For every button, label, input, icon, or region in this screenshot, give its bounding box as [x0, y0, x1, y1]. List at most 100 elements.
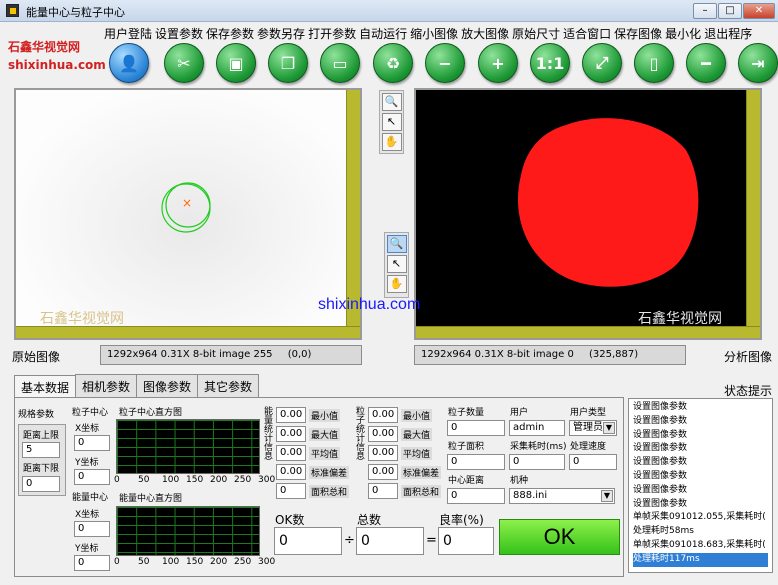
particle-overlay [161, 182, 211, 233]
hist-tick-label: 300 [258, 475, 276, 485]
menu-item-6[interactable]: 缩小图像 [410, 27, 458, 41]
chevron-down-icon: ▼ [601, 490, 613, 502]
energy-x-value: 0 [74, 521, 110, 537]
stat-value: 0.00 [368, 407, 398, 423]
right-coords: (325,887) [589, 349, 639, 360]
result-indicator: OK [499, 519, 620, 555]
zoom-in-icon[interactable]: + [478, 43, 518, 83]
minimize-icon[interactable]: ━ [686, 43, 726, 83]
original-image-label: 原始图像 [12, 350, 61, 364]
status-log[interactable]: 设置图像参数 设置图像参数 设置图像参数 设置图像参数 设置图像参数 设置图像参数 设置图像… [628, 398, 773, 573]
log-entry: 设置图像参数 [633, 402, 688, 412]
speed-value: 0 [569, 454, 617, 470]
lower-limit-input[interactable]: 0 [22, 476, 60, 492]
particle-blob [517, 118, 699, 287]
upper-limit-input[interactable]: 5 [22, 442, 60, 458]
hist-tick-label: 250 [234, 475, 252, 485]
stat-row: 0.00 最小值 [276, 407, 352, 423]
menu-item-5[interactable]: 自动运行 [359, 27, 407, 41]
lower-limit-label: 距离下限 [23, 464, 60, 474]
minimize-window-button[interactable]: – [693, 3, 717, 19]
right-vertical-scrollbar[interactable] [746, 90, 760, 326]
menu-item-8[interactable]: 原始尺寸 [512, 27, 560, 41]
settings-tools-icon[interactable]: ✂ [164, 43, 204, 83]
stat-label: 平均值 [309, 447, 341, 460]
tab-camera-params[interactable]: 相机参数 [75, 374, 138, 398]
menu-item-0[interactable]: 用户登陆 [104, 27, 152, 41]
particle-y-value: 0 [74, 469, 110, 485]
menu-item-12[interactable]: 退出程序 [704, 27, 752, 41]
open-folder-icon[interactable]: ▭ [320, 43, 360, 83]
divide-sign: ÷ [344, 533, 355, 548]
particle-histogram [116, 419, 260, 474]
hist-tick-label: 0 [114, 475, 120, 485]
model-label: 机种 [510, 476, 529, 486]
hist-tick-label: 100 [162, 557, 180, 567]
pan-tool-icon[interactable]: ✋ [386, 275, 407, 293]
select-tool-icon[interactable]: ↖ [386, 255, 407, 273]
stat-row: 0 面积总和 [368, 483, 444, 499]
tab-other-params[interactable]: 其它参数 [197, 374, 260, 398]
exit-icon[interactable]: ⇥ [738, 43, 778, 83]
menu-item-10[interactable]: 保存图像 [614, 27, 662, 41]
user-login-icon[interactable]: 👤 [109, 43, 149, 83]
right-status-bar: 1292x964 0.31X 8-bit image 0 (325,887) [414, 345, 686, 365]
tab-basic-data[interactable]: 基本数据 [14, 375, 77, 399]
left-vertical-scrollbar[interactable] [346, 90, 360, 326]
stat-label: 最大值 [401, 428, 433, 441]
stat-row: 0 面积总和 [276, 483, 352, 499]
close-window-button[interactable]: ✕ [743, 3, 775, 19]
menu-item-3[interactable]: 参数另存 [257, 27, 305, 41]
app-icon [6, 4, 19, 17]
save-disk-icon[interactable]: ▣ [216, 43, 256, 83]
tab-image-params[interactable]: 图像参数 [136, 374, 199, 398]
zoom-tool-icon[interactable]: 🔍 [381, 93, 402, 111]
stat-value: 0.00 [276, 464, 306, 480]
original-image-view[interactable]: × 石鑫华视觉网 [14, 88, 362, 340]
stat-row: 0.00 平均值 [368, 445, 444, 461]
log-entry: 处理耗时117ms [633, 552, 768, 567]
analysis-image-view[interactable]: 石鑫华视觉网 [414, 88, 762, 340]
user-type-select[interactable]: 管理员 ▼ [569, 420, 617, 436]
left-coords: (0,0) [287, 349, 312, 360]
stat-row: 0.00 最大值 [276, 426, 352, 442]
fit-window-icon[interactable]: ⤢ [582, 43, 622, 83]
maximize-window-button[interactable]: □ [718, 3, 742, 19]
center-distance-value: 0 [447, 488, 505, 504]
speed-label: 处理速度 [570, 442, 607, 452]
model-value: 888.ini [513, 490, 548, 501]
menu-item-7[interactable]: 放大图像 [461, 27, 509, 41]
recycle-run-icon[interactable]: ♻ [373, 43, 413, 83]
hist-tick-label: 150 [186, 557, 204, 567]
stat-value: 0 [368, 483, 398, 499]
zoom-out-icon[interactable]: − [425, 43, 465, 83]
zoom-tool-icon[interactable]: 🔍 [386, 235, 407, 253]
right-image-tools: 🔍 ↖ ✋ [384, 232, 409, 298]
ok-count-value: 0 [274, 527, 342, 555]
model-select[interactable]: 888.ini ▼ [509, 488, 615, 504]
menu-item-1[interactable]: 设置参数 [155, 27, 203, 41]
stat-label: 面积总和 [309, 485, 350, 498]
user-label: 用户 [510, 408, 529, 418]
hist-tick-label: 50 [138, 557, 150, 567]
yield-label: 良率(%) [439, 513, 484, 527]
hist-tick-label: 50 [138, 475, 150, 485]
menu-item-9[interactable]: 适合窗口 [563, 27, 611, 41]
equals-sign: = [426, 533, 437, 548]
pan-tool-icon[interactable]: ✋ [381, 133, 402, 151]
left-image-tools: 🔍 ↖ ✋ [379, 90, 404, 154]
menu-item-11[interactable]: 最小化 [665, 27, 701, 41]
right-horizontal-scrollbar[interactable] [416, 326, 760, 338]
select-tool-icon[interactable]: ↖ [381, 113, 402, 131]
menu-item-2[interactable]: 保存参数 [206, 27, 254, 41]
brand-url: shixinhua.com [318, 296, 421, 313]
left-horizontal-scrollbar[interactable] [16, 326, 360, 338]
log-entry: 单帧采集091018.683,采集耗时( [633, 539, 766, 550]
ok-count-label: OK数 [275, 513, 305, 527]
save-image-icon[interactable]: ▯ [634, 43, 674, 83]
menu-item-4[interactable]: 打开参数 [308, 27, 356, 41]
zoom-1-1-icon[interactable]: 1:1 [530, 43, 570, 83]
document-copy-icon[interactable]: ❐ [268, 43, 308, 83]
hist-tick-label: 0 [114, 557, 120, 567]
stat-label: 最大值 [309, 428, 341, 441]
